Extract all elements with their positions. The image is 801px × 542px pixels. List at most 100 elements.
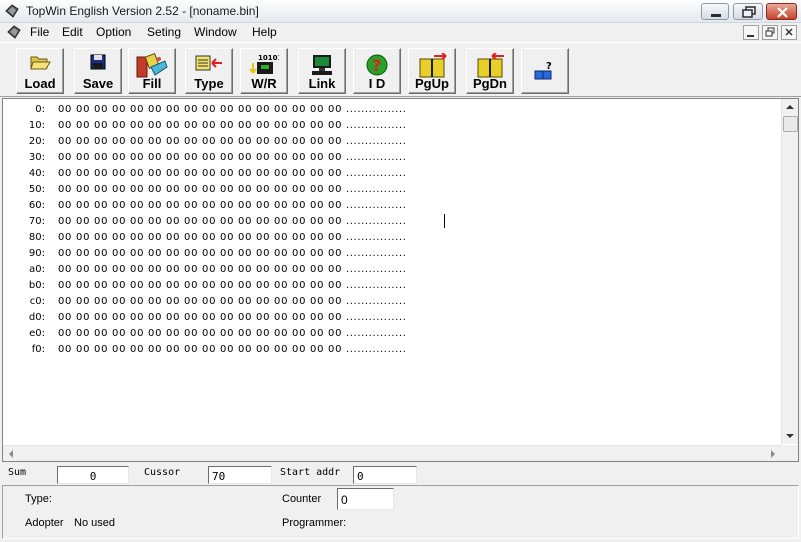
- counter-label: Counter: [282, 493, 322, 505]
- horizontal-scrollbar[interactable]: [3, 445, 781, 461]
- load-button[interactable]: Load: [16, 48, 64, 94]
- minimize-button[interactable]: [701, 3, 729, 20]
- row-hex-bytes[interactable]: 00 00 00 00 00 00 00 00 00 00 00 00 00 0…: [58, 246, 342, 262]
- scroll-left-arrow-icon[interactable]: [3, 446, 19, 462]
- row-ascii[interactable]: ................: [346, 230, 406, 246]
- restore-icon: [742, 6, 756, 18]
- row-address: 70:: [28, 216, 45, 227]
- row-hex-bytes[interactable]: 00 00 00 00 00 00 00 00 00 00 00 00 00 0…: [58, 102, 342, 118]
- row-ascii[interactable]: ................: [346, 246, 406, 262]
- menu-help[interactable]: Help: [252, 25, 277, 39]
- row-hex-bytes[interactable]: 00 00 00 00 00 00 00 00 00 00 00 00 00 0…: [58, 198, 342, 214]
- page-up-button[interactable]: PgUp: [408, 48, 456, 94]
- row-hex-bytes[interactable]: 00 00 00 00 00 00 00 00 00 00 00 00 00 0…: [58, 278, 342, 294]
- row-ascii[interactable]: ................: [346, 150, 406, 166]
- close-button[interactable]: [766, 3, 797, 20]
- menu-file[interactable]: File: [30, 25, 49, 39]
- row-hex-bytes[interactable]: 00 00 00 00 00 00 00 00 00 00 00 00 00 0…: [58, 326, 342, 342]
- computer-icon: [312, 55, 332, 75]
- minimize-icon: [711, 14, 721, 17]
- link-button[interactable]: Link: [298, 48, 346, 94]
- programmer-label: Programmer:: [282, 517, 347, 529]
- row-hex-bytes[interactable]: 00 00 00 00 00 00 00 00 00 00 00 00 00 0…: [58, 150, 342, 166]
- status-bar: Sum 0 Cussor 70 Start addr 0: [0, 463, 801, 485]
- restore-button[interactable]: [733, 3, 763, 20]
- svg-text:?: ?: [546, 61, 552, 72]
- scroll-down-arrow-icon[interactable]: [782, 428, 798, 444]
- menu-edit[interactable]: Edit: [62, 25, 83, 39]
- row-ascii[interactable]: ................: [346, 166, 406, 182]
- vertical-scroll-thumb[interactable]: [783, 116, 798, 132]
- row-ascii[interactable]: ................: [346, 262, 406, 278]
- sum-field[interactable]: 0: [57, 466, 129, 484]
- menu-window[interactable]: Window: [194, 25, 237, 39]
- row-hex-bytes[interactable]: 00 00 00 00 00 00 00 00 00 00 00 00 00 0…: [58, 310, 342, 326]
- chip-type-icon: [195, 55, 222, 71]
- type-label: Type: [194, 76, 224, 91]
- pgup-label: PgUp: [415, 76, 449, 91]
- save-label: Save: [82, 76, 114, 91]
- row-address: d0:: [28, 312, 45, 323]
- row-address: c0:: [29, 296, 45, 307]
- scroll-right-arrow-icon[interactable]: [765, 446, 781, 462]
- info-panel: Type: Adopter No used Counter 0 Programm…: [2, 485, 799, 539]
- row-address: 90:: [28, 248, 45, 259]
- mdi-minimize-button[interactable]: [743, 25, 759, 40]
- row-hex-bytes[interactable]: 00 00 00 00 00 00 00 00 00 00 00 00 00 0…: [58, 262, 342, 278]
- start-addr-field[interactable]: 0: [353, 466, 417, 484]
- row-ascii[interactable]: ................: [346, 342, 406, 358]
- window-title: TopWin English Version 2.52 - [noname.bi…: [26, 4, 259, 18]
- row-address: 40:: [28, 168, 45, 179]
- id-button[interactable]: ? I D: [353, 48, 401, 94]
- row-hex-bytes[interactable]: 00 00 00 00 00 00 00 00 00 00 00 00 00 0…: [58, 166, 342, 182]
- link-label: Link: [308, 76, 336, 91]
- start-addr-label: Start addr: [280, 467, 341, 478]
- close-icon: [785, 28, 793, 36]
- write-read-button[interactable]: 10101 W/R: [240, 48, 288, 94]
- row-address: 30:: [28, 152, 45, 163]
- row-ascii[interactable]: ................: [346, 134, 406, 150]
- row-hex-bytes[interactable]: 00 00 00 00 00 00 00 00 00 00 00 00 00 0…: [58, 294, 342, 310]
- row-hex-bytes[interactable]: 00 00 00 00 00 00 00 00 00 00 00 00 00 0…: [58, 230, 342, 246]
- cursor-field[interactable]: 70: [208, 466, 272, 484]
- fill-button[interactable]: Fill: [128, 48, 176, 94]
- help-button[interactable]: ?: [521, 48, 569, 94]
- row-ascii[interactable]: ................: [346, 182, 406, 198]
- scroll-up-arrow-icon[interactable]: [782, 99, 798, 115]
- app-icon: [5, 4, 19, 18]
- row-hex-bytes[interactable]: 00 00 00 00 00 00 00 00 00 00 00 00 00 0…: [58, 342, 342, 358]
- row-ascii[interactable]: ................: [346, 118, 406, 134]
- mdi-restore-button[interactable]: [762, 25, 778, 40]
- menu-option[interactable]: Option: [96, 25, 131, 39]
- toolbar: Load Save Fill Type 10101: [0, 42, 801, 97]
- row-ascii[interactable]: ................: [346, 102, 406, 118]
- sum-label: Sum: [8, 467, 27, 478]
- page-down-button[interactable]: PgDn: [466, 48, 514, 94]
- row-address: e0:: [29, 328, 45, 339]
- row-address: 20:: [28, 136, 45, 147]
- row-hex-bytes[interactable]: 00 00 00 00 00 00 00 00 00 00 00 00 00 0…: [58, 118, 342, 134]
- type-button[interactable]: Type: [185, 48, 233, 94]
- row-address: b0:: [28, 280, 45, 291]
- wr-icon-text: 10101: [258, 54, 279, 62]
- row-ascii[interactable]: ................: [346, 310, 406, 326]
- row-hex-bytes[interactable]: 00 00 00 00 00 00 00 00 00 00 00 00 00 0…: [58, 214, 342, 230]
- menu-seting[interactable]: Seting: [147, 25, 181, 39]
- row-ascii[interactable]: ................: [346, 214, 406, 230]
- mdi-close-button[interactable]: [781, 25, 797, 40]
- menu-bar: File Edit Option Seting Window Help: [0, 23, 801, 42]
- scrollbar-corner: [781, 445, 798, 461]
- row-hex-bytes[interactable]: 00 00 00 00 00 00 00 00 00 00 00 00 00 0…: [58, 182, 342, 198]
- hex-editor[interactable]: 0: 00 00 00 00 00 00 00 00 00 00 00 00 00…: [2, 98, 799, 462]
- load-label: Load: [24, 76, 56, 91]
- counter-field[interactable]: 0: [337, 488, 394, 510]
- row-ascii[interactable]: ................: [346, 326, 406, 342]
- row-ascii[interactable]: ................: [346, 294, 406, 310]
- row-ascii[interactable]: ................: [346, 278, 406, 294]
- folder-open-icon: [30, 56, 51, 70]
- vertical-scrollbar[interactable]: [781, 99, 798, 444]
- row-ascii[interactable]: ................: [346, 198, 406, 214]
- row-hex-bytes[interactable]: 00 00 00 00 00 00 00 00 00 00 00 00 00 0…: [58, 134, 342, 150]
- save-button[interactable]: Save: [74, 48, 122, 94]
- minimize-icon: [747, 35, 754, 37]
